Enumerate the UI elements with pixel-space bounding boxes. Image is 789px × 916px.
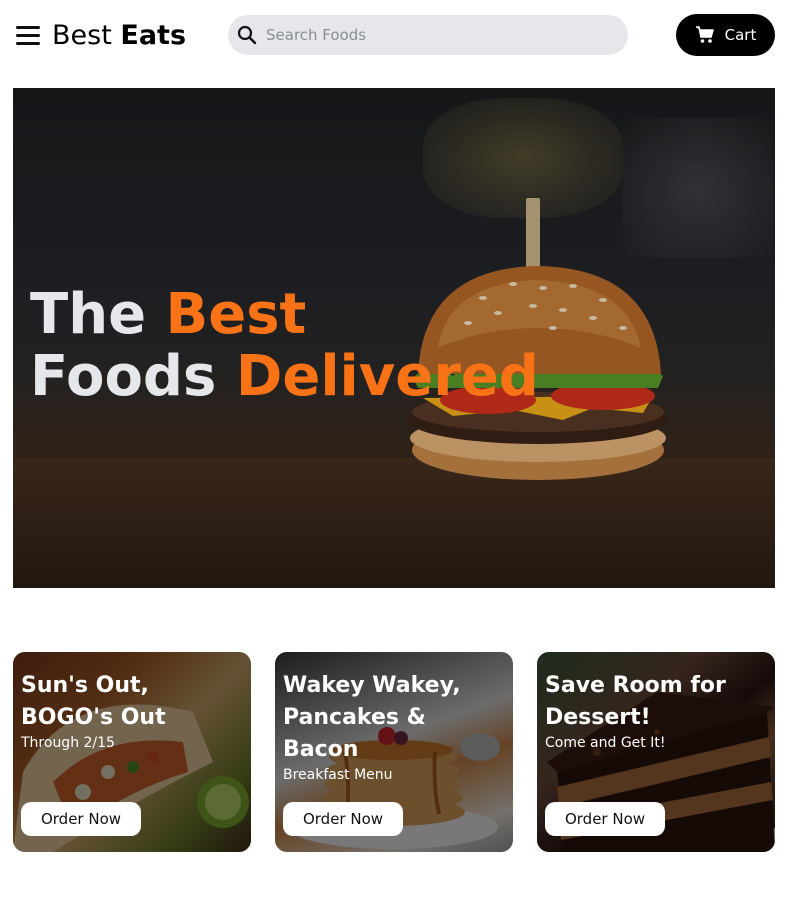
- brand-name-bold: Eats: [120, 20, 187, 51]
- hero-heading: The Best Foods Delivered: [30, 284, 539, 408]
- order-now-button[interactable]: Order Now: [283, 802, 403, 836]
- order-now-button[interactable]: Order Now: [21, 802, 141, 836]
- brand-name-regular: Best: [52, 20, 112, 51]
- hero-line2-plain: Foods: [30, 344, 217, 409]
- menu-icon[interactable]: [14, 22, 42, 48]
- cart-icon: [695, 26, 714, 43]
- brand-logo[interactable]: Best Eats: [52, 18, 186, 54]
- card-title: Wakey Wakey, Pancakes & Bacon: [283, 673, 461, 762]
- search-bar: [228, 15, 628, 55]
- search-icon: [237, 25, 257, 45]
- hero-line1-plain: The: [30, 282, 147, 347]
- card-text: Save Room for Dessert! Come and Get It!: [545, 670, 769, 752]
- card-text: Sun's Out, BOGO's Out Through 2/15: [21, 670, 245, 752]
- promo-card-dessert[interactable]: Save Room for Dessert! Come and Get It! …: [537, 652, 775, 852]
- card-subtitle: Breakfast Menu: [283, 767, 393, 783]
- promo-card-breakfast[interactable]: Wakey Wakey, Pancakes & Bacon Breakfast …: [275, 652, 513, 852]
- order-now-button[interactable]: Order Now: [545, 802, 665, 836]
- cart-button[interactable]: Cart: [676, 14, 775, 56]
- cart-label: Cart: [724, 26, 757, 44]
- top-nav: Best Eats Cart: [0, 0, 789, 72]
- card-title: Sun's Out, BOGO's Out: [21, 673, 166, 730]
- card-subtitle: Through 2/15: [21, 735, 115, 751]
- card-title: Save Room for Dessert!: [545, 673, 726, 730]
- card-text: Wakey Wakey, Pancakes & Bacon Breakfast …: [283, 670, 507, 784]
- search-input[interactable]: [266, 15, 616, 55]
- hero-banner: The Best Foods Delivered: [13, 88, 775, 588]
- card-subtitle: Come and Get It!: [545, 735, 666, 751]
- promo-card-bogo[interactable]: Sun's Out, BOGO's Out Through 2/15 Order…: [13, 652, 251, 852]
- hero-line1-accent: Best: [165, 282, 307, 347]
- hero-line2-accent: Delivered: [235, 344, 539, 409]
